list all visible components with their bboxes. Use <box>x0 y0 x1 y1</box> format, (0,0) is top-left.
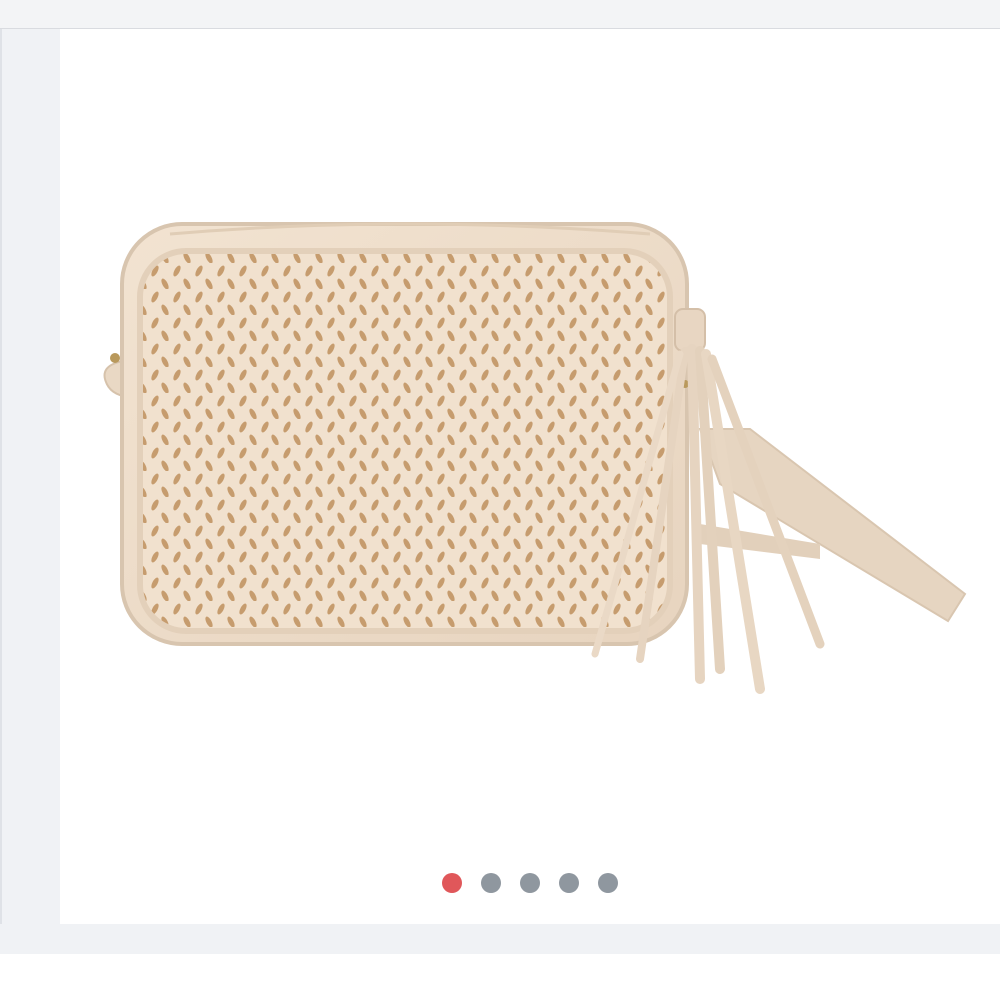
carousel-dots <box>60 873 860 893</box>
top-bar <box>0 0 1000 29</box>
carousel-dot-3[interactable] <box>520 873 540 893</box>
bottom-band <box>0 924 1000 954</box>
carousel-dot-1[interactable] <box>442 873 462 893</box>
carousel-dot-4[interactable] <box>559 873 579 893</box>
carousel-dot-2[interactable] <box>481 873 501 893</box>
product-image <box>103 222 967 694</box>
left-rail <box>0 29 60 924</box>
bag-body <box>120 222 689 646</box>
page <box>0 0 1000 1000</box>
image-carousel[interactable] <box>60 29 1000 924</box>
carousel-dot-5[interactable] <box>598 873 618 893</box>
